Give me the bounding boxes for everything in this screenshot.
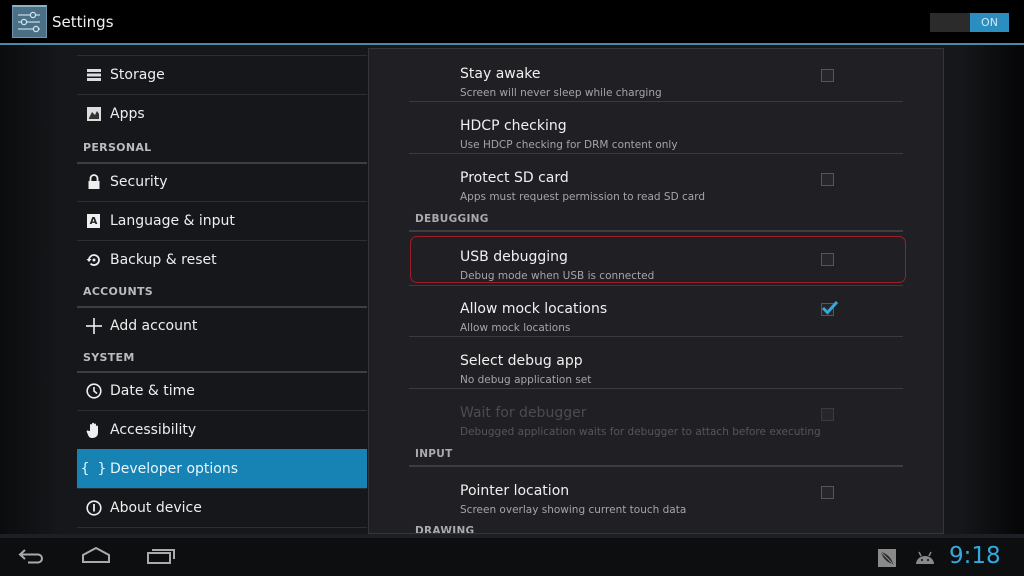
nav-item-storage[interactable]: Storage bbox=[77, 55, 367, 94]
category-debugging: DEBUGGING bbox=[415, 213, 489, 225]
usb-debugging-checkbox[interactable] bbox=[821, 253, 834, 266]
pref-summary: Screen will never sleep while charging bbox=[460, 87, 662, 99]
nav-item-language-input[interactable]: A Language & input bbox=[77, 201, 367, 240]
nav-item-accessibility[interactable]: Accessibility bbox=[77, 410, 367, 449]
pref-title: Stay awake bbox=[460, 66, 541, 82]
protect-sd-card-checkbox[interactable] bbox=[821, 173, 834, 186]
home-icon[interactable] bbox=[81, 546, 111, 570]
back-icon[interactable] bbox=[18, 546, 46, 570]
info-icon bbox=[77, 500, 110, 516]
pref-title: HDCP checking bbox=[460, 118, 567, 134]
category-input: INPUT bbox=[415, 448, 453, 460]
nav-item-about-device[interactable]: About device bbox=[77, 488, 367, 527]
pref-title: Wait for debugger bbox=[460, 405, 587, 421]
android-debug-icon[interactable] bbox=[914, 550, 936, 570]
pref-summary: Debugged application waits for debugger … bbox=[460, 426, 821, 438]
system-bar: 9:18 bbox=[0, 538, 1024, 576]
nav-label: Developer options bbox=[110, 461, 239, 477]
svg-text:A: A bbox=[90, 216, 98, 227]
backup-icon bbox=[77, 252, 110, 268]
pref-divider bbox=[409, 336, 903, 337]
nav-item-date-time[interactable]: Date & time bbox=[77, 371, 367, 410]
nav-header-system: SYSTEM bbox=[83, 351, 135, 364]
pref-summary: Screen overlay showing current touch dat… bbox=[460, 504, 687, 516]
clock-icon bbox=[77, 382, 110, 399]
nav-label: Storage bbox=[110, 67, 165, 83]
pointer-location-checkbox[interactable] bbox=[821, 486, 834, 499]
pref-title: Protect SD card bbox=[460, 170, 569, 186]
pref-summary: Allow mock locations bbox=[460, 322, 571, 334]
nav-label: Language & input bbox=[110, 213, 235, 229]
pref-summary: Apps must request permission to read SD … bbox=[460, 191, 706, 203]
pref-title: Select debug app bbox=[460, 353, 583, 369]
nav-label: Add account bbox=[110, 317, 198, 334]
nav-item-developer-options[interactable]: { } Developer options bbox=[77, 449, 367, 488]
pref-title: USB debugging bbox=[460, 249, 568, 265]
pref-divider bbox=[409, 388, 903, 389]
feather-notification-icon[interactable] bbox=[878, 549, 896, 571]
nav-label: Accessibility bbox=[110, 422, 197, 438]
apps-icon bbox=[77, 106, 110, 122]
nav-item-security[interactable]: Security bbox=[77, 162, 367, 201]
allow-mock-locations-checkbox[interactable] bbox=[821, 300, 839, 316]
developer-options-panel[interactable]: Stay awake Screen will never sleep while… bbox=[368, 48, 944, 534]
category-divider bbox=[409, 230, 903, 232]
braces-icon: { } bbox=[80, 461, 107, 477]
checkmark-icon bbox=[821, 300, 839, 315]
toggle-on-label: ON bbox=[970, 13, 1009, 32]
hand-icon bbox=[77, 422, 110, 439]
action-bar: Settings ON bbox=[0, 0, 1024, 43]
settings-sliders-icon[interactable] bbox=[12, 5, 47, 38]
pref-divider bbox=[409, 285, 903, 286]
wait-for-debugger-checkbox bbox=[821, 408, 834, 421]
nav-label: About device bbox=[110, 500, 202, 516]
nav-item-backup-reset[interactable]: Backup & reset bbox=[77, 240, 367, 279]
pref-summary: Debug mode when USB is connected bbox=[460, 270, 655, 282]
nav-header-accounts: ACCOUNTS bbox=[83, 285, 153, 298]
lock-icon bbox=[77, 173, 110, 190]
nav-item-add-account[interactable]: Add account bbox=[77, 306, 367, 345]
status-clock: 9:18 bbox=[949, 543, 1001, 569]
app-title: Settings bbox=[52, 13, 114, 31]
nav-label: Security bbox=[110, 173, 168, 190]
nav-divider bbox=[77, 527, 367, 528]
developer-options-toggle[interactable]: ON bbox=[930, 13, 1009, 32]
pref-summary: No debug application set bbox=[460, 374, 592, 386]
nav-header-personal: PERSONAL bbox=[83, 141, 152, 154]
nav-label: Backup & reset bbox=[110, 252, 217, 268]
pref-divider bbox=[409, 153, 903, 154]
pref-hdcp-checking[interactable]: HDCP checking Use HDCP checking for DRM … bbox=[409, 107, 903, 159]
plus-icon bbox=[77, 317, 110, 334]
pref-summary: Use HDCP checking for DRM content only bbox=[460, 139, 678, 151]
storage-icon bbox=[77, 68, 110, 82]
recents-icon[interactable] bbox=[146, 546, 176, 570]
pref-title: Pointer location bbox=[460, 483, 570, 499]
language-icon: A bbox=[77, 213, 110, 229]
pref-divider bbox=[409, 101, 903, 102]
pref-select-debug-app[interactable]: Select debug app No debug application se… bbox=[409, 342, 903, 394]
stay-awake-checkbox[interactable] bbox=[821, 69, 834, 82]
category-divider bbox=[409, 465, 903, 467]
nav-label: Date & time bbox=[110, 382, 195, 399]
settings-nav: Storage Apps PERSONAL Security A Languag… bbox=[77, 55, 367, 538]
category-drawing: DRAWING bbox=[415, 525, 475, 534]
nav-item-apps[interactable]: Apps bbox=[77, 94, 367, 133]
nav-label: Apps bbox=[110, 106, 145, 122]
pref-title: Allow mock locations bbox=[460, 301, 608, 317]
